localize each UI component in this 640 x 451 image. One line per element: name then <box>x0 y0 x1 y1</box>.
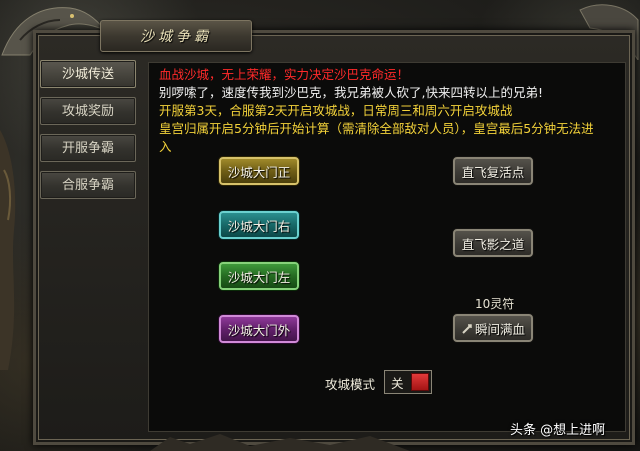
tab-server-open-contest[interactable]: 开服争霸 <box>40 134 136 162</box>
siege-mode-toggle[interactable]: 关 <box>384 370 432 394</box>
toggle-knob-icon <box>411 373 429 391</box>
tab-shacheng-teleport[interactable]: 沙城传送 <box>40 60 136 88</box>
gate-left-button[interactable]: 沙城大门左 <box>219 262 299 290</box>
window-title: 沙城争霸 <box>140 29 212 45</box>
siege-mode-label: 攻城模式 <box>325 377 376 392</box>
announcement-line-4: 皇宫归属开启5分钟后开始计算（需清除全部敌对人员），皇宫最后5分钟无法进 <box>159 121 594 136</box>
sidebar: 沙城传送 攻城奖励 开服争霸 合服争霸 <box>40 60 138 208</box>
left-character-silhouette <box>0 130 16 370</box>
rune-cost-label: 10灵符 <box>475 297 515 311</box>
watermark-text: 头条 @想上进啊 <box>510 423 606 438</box>
fly-shadow-path-button[interactable]: 直飞影之道 <box>453 229 533 257</box>
announcement-line-3: 开服第3天，合服第2天开启攻城战，日常周三和周六开启攻城战 <box>159 103 513 118</box>
announcement-line-5: 入 <box>159 139 172 154</box>
tab-siege-rewards[interactable]: 攻城奖励 <box>40 97 136 125</box>
bottom-scenery <box>150 434 410 451</box>
gate-outer-button[interactable]: 沙城大门外 <box>219 315 299 343</box>
content-panel: 血战沙城，无上荣耀，实力决定沙巴克命运！ 别啰嗦了，速度传我到沙巴克，我兄弟被人… <box>148 62 626 432</box>
gate-right-button[interactable]: 沙城大门右 <box>219 211 299 239</box>
heal-icon <box>462 324 472 334</box>
gate-main-button[interactable]: 沙城大门正 <box>219 157 299 185</box>
instant-heal-button[interactable]: 瞬间满血 <box>453 314 533 342</box>
instant-heal-label: 瞬间满血 <box>474 322 525 337</box>
siege-mode-value: 关 <box>391 376 404 391</box>
tab-server-merge-contest[interactable]: 合服争霸 <box>40 171 136 199</box>
announcement-line-1: 血战沙城，无上荣耀，实力决定沙巴克命运！ <box>159 67 410 82</box>
fly-respawn-button[interactable]: 直飞复活点 <box>453 157 533 185</box>
announcement-line-2: 别啰嗦了，速度传我到沙巴克，我兄弟被人砍了,快来四转以上的兄弟! <box>159 85 543 100</box>
title-plate: 沙城争霸 <box>100 20 252 52</box>
